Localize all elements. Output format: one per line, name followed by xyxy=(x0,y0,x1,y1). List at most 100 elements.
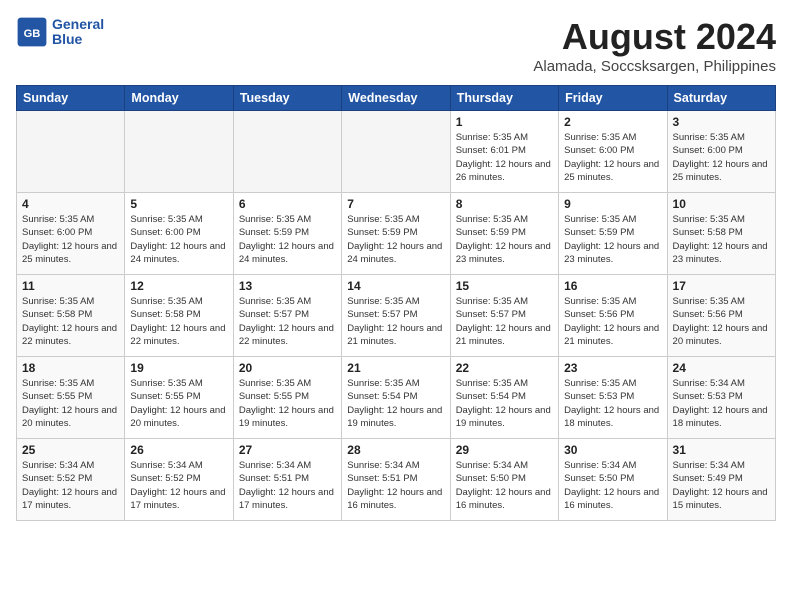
calendar-cell xyxy=(342,111,450,193)
day-number: 3 xyxy=(673,115,770,129)
calendar-cell: 15 Sunrise: 5:35 AM Sunset: 5:57 PM Dayli… xyxy=(450,275,558,357)
week-row-3: 18 Sunrise: 5:35 AM Sunset: 5:55 PM Dayli… xyxy=(17,357,776,439)
day-info: Sunrise: 5:35 AM Sunset: 5:59 PM Dayligh… xyxy=(347,213,444,266)
day-info: Sunrise: 5:35 AM Sunset: 6:00 PM Dayligh… xyxy=(673,131,770,184)
calendar-title: August 2024 xyxy=(533,16,776,58)
day-number: 23 xyxy=(564,361,661,375)
day-header-wednesday: Wednesday xyxy=(342,86,450,111)
day-info: Sunrise: 5:35 AM Sunset: 6:00 PM Dayligh… xyxy=(130,213,227,266)
day-header-tuesday: Tuesday xyxy=(233,86,341,111)
day-number: 28 xyxy=(347,443,444,457)
week-row-4: 25Sunrise: 5:34 AM Sunset: 5:52 PM Dayli… xyxy=(17,439,776,521)
day-info: Sunrise: 5:35 AM Sunset: 5:54 PM Dayligh… xyxy=(456,377,553,430)
calendar-cell: 25Sunrise: 5:34 AM Sunset: 5:52 PM Dayli… xyxy=(17,439,125,521)
day-info: Sunrise: 5:35 AM Sunset: 5:53 PM Dayligh… xyxy=(564,377,661,430)
day-number: 26 xyxy=(130,443,227,457)
day-info: Sunrise: 5:35 AM Sunset: 5:58 PM Dayligh… xyxy=(673,213,770,266)
day-number: 29 xyxy=(456,443,553,457)
calendar-cell: 14 Sunrise: 5:35 AM Sunset: 5:57 PM Dayli… xyxy=(342,275,450,357)
day-number: 8 xyxy=(456,197,553,211)
calendar-cell: 5Sunrise: 5:35 AM Sunset: 6:00 PM Daylig… xyxy=(125,193,233,275)
calendar-cell: 27 Sunrise: 5:34 AM Sunset: 5:51 PM Dayli… xyxy=(233,439,341,521)
day-number: 19 xyxy=(130,361,227,375)
day-info: Sunrise: 5:34 AM Sunset: 5:50 PM Dayligh… xyxy=(564,459,661,512)
logo: GB General Blue xyxy=(16,16,104,48)
day-info: Sunrise: 5:34 AM Sunset: 5:51 PM Dayligh… xyxy=(347,459,444,512)
logo-text: General Blue xyxy=(52,17,104,48)
day-number: 12 xyxy=(130,279,227,293)
svg-text:GB: GB xyxy=(24,28,41,40)
day-info: Sunrise: 5:35 AM Sunset: 5:59 PM Dayligh… xyxy=(239,213,336,266)
calendar-cell: 23 Sunrise: 5:35 AM Sunset: 5:53 PM Dayli… xyxy=(559,357,667,439)
day-info: Sunrise: 5:35 AM Sunset: 5:58 PM Dayligh… xyxy=(130,295,227,348)
day-number: 1 xyxy=(456,115,553,129)
day-number: 10 xyxy=(673,197,770,211)
day-number: 14 xyxy=(347,279,444,293)
calendar-cell xyxy=(17,111,125,193)
day-number: 11 xyxy=(22,279,119,293)
calendar-cell: 13Sunrise: 5:35 AM Sunset: 5:57 PM Dayli… xyxy=(233,275,341,357)
day-number: 27 xyxy=(239,443,336,457)
day-header-saturday: Saturday xyxy=(667,86,775,111)
day-number: 2 xyxy=(564,115,661,129)
day-info: Sunrise: 5:35 AM Sunset: 5:59 PM Dayligh… xyxy=(456,213,553,266)
calendar-cell: 24Sunrise: 5:34 AM Sunset: 5:53 PM Dayli… xyxy=(667,357,775,439)
calendar-cell: 20Sunrise: 5:35 AM Sunset: 5:55 PM Dayli… xyxy=(233,357,341,439)
calendar-cell: 19Sunrise: 5:35 AM Sunset: 5:55 PM Dayli… xyxy=(125,357,233,439)
day-info: Sunrise: 5:35 AM Sunset: 5:55 PM Dayligh… xyxy=(239,377,336,430)
calendar-cell: 3 Sunrise: 5:35 AM Sunset: 6:00 PM Daylig… xyxy=(667,111,775,193)
day-number: 16 xyxy=(564,279,661,293)
day-header-thursday: Thursday xyxy=(450,86,558,111)
day-info: Sunrise: 5:35 AM Sunset: 6:00 PM Dayligh… xyxy=(564,131,661,184)
day-info: Sunrise: 5:35 AM Sunset: 5:59 PM Dayligh… xyxy=(564,213,661,266)
day-number: 18 xyxy=(22,361,119,375)
calendar-cell: 16 Sunrise: 5:35 AM Sunset: 5:56 PM Dayli… xyxy=(559,275,667,357)
week-row-0: 1 Sunrise: 5:35 AM Sunset: 6:01 PM Daylig… xyxy=(17,111,776,193)
calendar-cell xyxy=(125,111,233,193)
day-info: Sunrise: 5:34 AM Sunset: 5:49 PM Dayligh… xyxy=(673,459,770,512)
calendar-cell: 22Sunrise: 5:35 AM Sunset: 5:54 PM Dayli… xyxy=(450,357,558,439)
day-header-monday: Monday xyxy=(125,86,233,111)
day-header-friday: Friday xyxy=(559,86,667,111)
calendar-cell: 30 Sunrise: 5:34 AM Sunset: 5:50 PM Dayli… xyxy=(559,439,667,521)
day-number: 13 xyxy=(239,279,336,293)
day-info: Sunrise: 5:34 AM Sunset: 5:53 PM Dayligh… xyxy=(673,377,770,430)
header-row: SundayMondayTuesdayWednesdayThursdayFrid… xyxy=(17,86,776,111)
day-info: Sunrise: 5:35 AM Sunset: 5:56 PM Dayligh… xyxy=(673,295,770,348)
calendar-cell xyxy=(233,111,341,193)
day-info: Sunrise: 5:35 AM Sunset: 6:00 PM Dayligh… xyxy=(22,213,119,266)
day-number: 31 xyxy=(673,443,770,457)
day-header-sunday: Sunday xyxy=(17,86,125,111)
day-number: 30 xyxy=(564,443,661,457)
calendar-cell: 17Sunrise: 5:35 AM Sunset: 5:56 PM Dayli… xyxy=(667,275,775,357)
day-number: 7 xyxy=(347,197,444,211)
calendar-cell: 12 Sunrise: 5:35 AM Sunset: 5:58 PM Dayli… xyxy=(125,275,233,357)
day-info: Sunrise: 5:35 AM Sunset: 5:58 PM Dayligh… xyxy=(22,295,119,348)
day-number: 4 xyxy=(22,197,119,211)
day-info: Sunrise: 5:35 AM Sunset: 5:57 PM Dayligh… xyxy=(347,295,444,348)
day-info: Sunrise: 5:35 AM Sunset: 6:01 PM Dayligh… xyxy=(456,131,553,184)
calendar-cell: 21Sunrise: 5:35 AM Sunset: 5:54 PM Dayli… xyxy=(342,357,450,439)
calendar-cell: 29 Sunrise: 5:34 AM Sunset: 5:50 PM Dayli… xyxy=(450,439,558,521)
calendar-cell: 2 Sunrise: 5:35 AM Sunset: 6:00 PM Daylig… xyxy=(559,111,667,193)
calendar-cell: 1 Sunrise: 5:35 AM Sunset: 6:01 PM Daylig… xyxy=(450,111,558,193)
day-info: Sunrise: 5:34 AM Sunset: 5:52 PM Dayligh… xyxy=(22,459,119,512)
day-info: Sunrise: 5:35 AM Sunset: 5:56 PM Dayligh… xyxy=(564,295,661,348)
day-number: 6 xyxy=(239,197,336,211)
calendar-cell: 31 Sunrise: 5:34 AM Sunset: 5:49 PM Dayli… xyxy=(667,439,775,521)
day-number: 15 xyxy=(456,279,553,293)
week-row-2: 11 Sunrise: 5:35 AM Sunset: 5:58 PM Dayli… xyxy=(17,275,776,357)
title-block: August 2024 Alamada, Soccsksargen, Phili… xyxy=(533,16,776,75)
week-row-1: 4 Sunrise: 5:35 AM Sunset: 6:00 PM Daylig… xyxy=(17,193,776,275)
calendar-table: SundayMondayTuesdayWednesdayThursdayFrid… xyxy=(16,85,776,521)
calendar-cell: 28 Sunrise: 5:34 AM Sunset: 5:51 PM Dayli… xyxy=(342,439,450,521)
day-info: Sunrise: 5:34 AM Sunset: 5:51 PM Dayligh… xyxy=(239,459,336,512)
day-info: Sunrise: 5:34 AM Sunset: 5:50 PM Dayligh… xyxy=(456,459,553,512)
calendar-cell: 8 Sunrise: 5:35 AM Sunset: 5:59 PM Daylig… xyxy=(450,193,558,275)
calendar-cell: 11 Sunrise: 5:35 AM Sunset: 5:58 PM Dayli… xyxy=(17,275,125,357)
logo-icon: GB xyxy=(16,16,48,48)
day-info: Sunrise: 5:34 AM Sunset: 5:52 PM Dayligh… xyxy=(130,459,227,512)
calendar-cell: 7 Sunrise: 5:35 AM Sunset: 5:59 PM Daylig… xyxy=(342,193,450,275)
day-info: Sunrise: 5:35 AM Sunset: 5:57 PM Dayligh… xyxy=(456,295,553,348)
calendar-cell: 10 Sunrise: 5:35 AM Sunset: 5:58 PM Dayli… xyxy=(667,193,775,275)
